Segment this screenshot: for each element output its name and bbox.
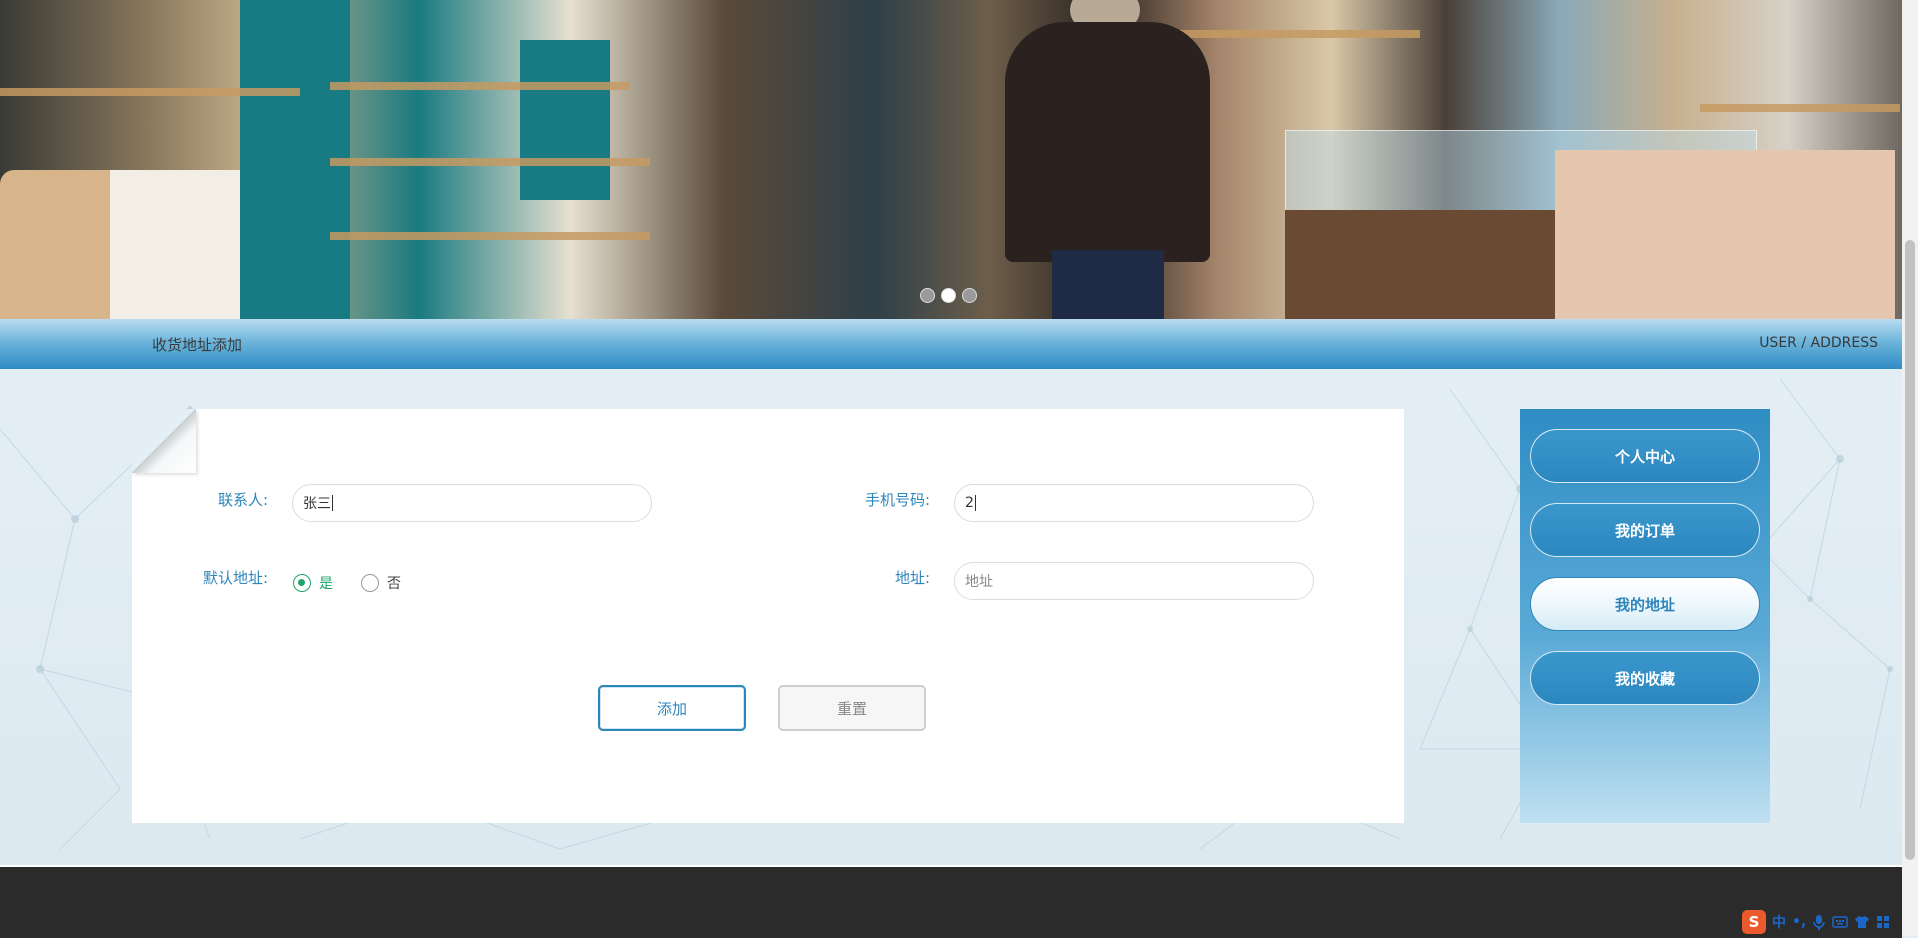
- carousel-dot-2[interactable]: [941, 288, 956, 303]
- text-cursor: [332, 495, 333, 511]
- page-curl-decoration: [132, 409, 196, 473]
- sidebar-item-orders[interactable]: 我的订单: [1530, 503, 1760, 557]
- page-title-bar: 收货地址添加 USER / ADDRESS: [0, 319, 1902, 369]
- ime-mode-toggle[interactable]: 中: [1772, 912, 1786, 932]
- default-address-label: 默认地址:: [202, 569, 268, 587]
- address-placeholder: 地址: [965, 574, 993, 590]
- carousel-dot-1[interactable]: [920, 288, 935, 303]
- carousel-dot-3[interactable]: [962, 288, 977, 303]
- contact-input[interactable]: 张三: [292, 484, 652, 522]
- address-label: 地址:: [894, 569, 930, 587]
- page-title: 收货地址添加: [152, 336, 243, 354]
- address-form-card: [132, 409, 1404, 823]
- breadcrumb: USER / ADDRESS: [1759, 335, 1878, 351]
- default-yes-label: 是: [319, 576, 333, 592]
- page-footer: [0, 865, 1902, 938]
- keyboard-icon[interactable]: [1832, 915, 1849, 929]
- shirt-icon[interactable]: [1854, 915, 1870, 929]
- banner-bag-image: [0, 170, 240, 319]
- sogou-logo-icon[interactable]: S: [1742, 910, 1766, 934]
- banner-person-image: [1005, 22, 1210, 262]
- microphone-icon[interactable]: [1812, 914, 1826, 930]
- scrollbar-thumb[interactable]: [1905, 240, 1915, 860]
- address-input[interactable]: 地址: [954, 562, 1314, 600]
- phone-value: 2: [965, 495, 974, 511]
- carousel-indicators: [920, 288, 977, 303]
- contact-value: 张三: [303, 496, 331, 512]
- radio-checked-icon[interactable]: [293, 574, 311, 592]
- phone-label: 手机号码:: [864, 491, 930, 509]
- phone-input[interactable]: 2: [954, 484, 1314, 522]
- hero-banner: [0, 0, 1902, 319]
- default-yes-option[interactable]: 是: [293, 573, 333, 593]
- punctuation-toggle[interactable]: •,: [1792, 914, 1806, 930]
- radio-unchecked-icon[interactable]: [361, 574, 379, 592]
- sidebar-item-address[interactable]: 我的地址: [1530, 577, 1760, 631]
- sidebar-item-favorites[interactable]: 我的收藏: [1530, 651, 1760, 705]
- default-no-label: 否: [387, 576, 401, 592]
- add-button[interactable]: 添加: [598, 685, 746, 731]
- user-sidebar: 个人中心 我的订单 我的地址 我的收藏: [1520, 409, 1770, 823]
- grid-icon[interactable]: [1876, 915, 1890, 929]
- default-no-option[interactable]: 否: [361, 573, 401, 593]
- reset-button[interactable]: 重置: [778, 685, 926, 731]
- contact-label: 联系人:: [217, 491, 268, 509]
- sidebar-item-profile[interactable]: 个人中心: [1530, 429, 1760, 483]
- text-cursor: [974, 495, 976, 511]
- ime-toolbar: S 中 •,: [1742, 910, 1890, 934]
